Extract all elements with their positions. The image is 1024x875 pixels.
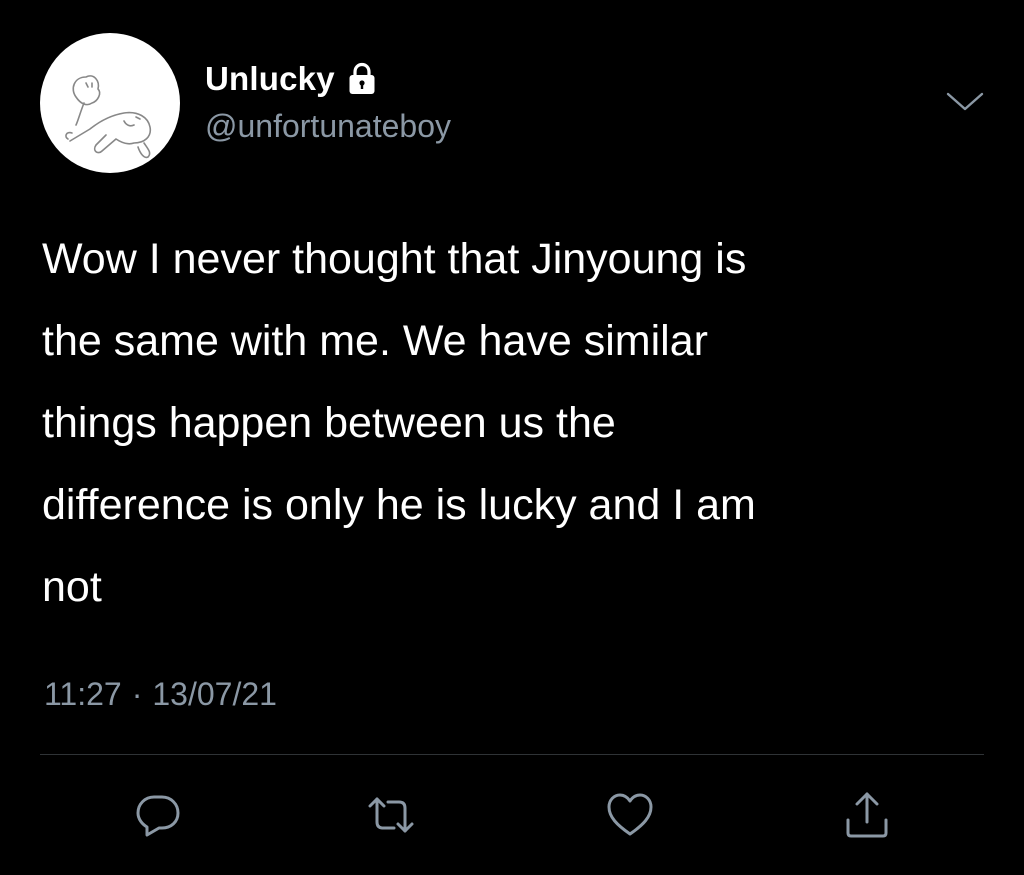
chevron-down-icon[interactable] bbox=[944, 88, 986, 116]
share-button[interactable] bbox=[842, 790, 892, 840]
retweet-icon bbox=[368, 797, 414, 833]
tweet-time: 11:27 bbox=[44, 676, 122, 712]
tweet-actions bbox=[0, 790, 1024, 840]
tweet-text: Wow I never thought that Jinyoung is the… bbox=[42, 235, 756, 611]
tweet-timestamp[interactable]: 11:27 · 13/07/21 bbox=[44, 676, 277, 713]
display-name[interactable]: Unlucky bbox=[205, 60, 335, 98]
user-name-row: Unlucky bbox=[205, 58, 377, 100]
avatar[interactable] bbox=[40, 33, 180, 173]
divider bbox=[40, 754, 984, 755]
comment-icon bbox=[136, 795, 180, 837]
timestamp-separator: · bbox=[131, 676, 143, 712]
lock-icon bbox=[347, 62, 377, 96]
heart-icon bbox=[607, 793, 653, 836]
reply-button[interactable] bbox=[133, 790, 183, 840]
like-button[interactable] bbox=[605, 790, 655, 840]
share-icon bbox=[846, 792, 888, 838]
retweet-button[interactable] bbox=[366, 790, 416, 840]
tweet-date: 13/07/21 bbox=[152, 676, 277, 712]
user-handle[interactable]: @unfortunateboy bbox=[205, 108, 451, 145]
tweet-card: Unlucky @unfortunateboy Wow I never thou… bbox=[0, 0, 1024, 875]
cartoon-character-avatar bbox=[65, 75, 152, 159]
